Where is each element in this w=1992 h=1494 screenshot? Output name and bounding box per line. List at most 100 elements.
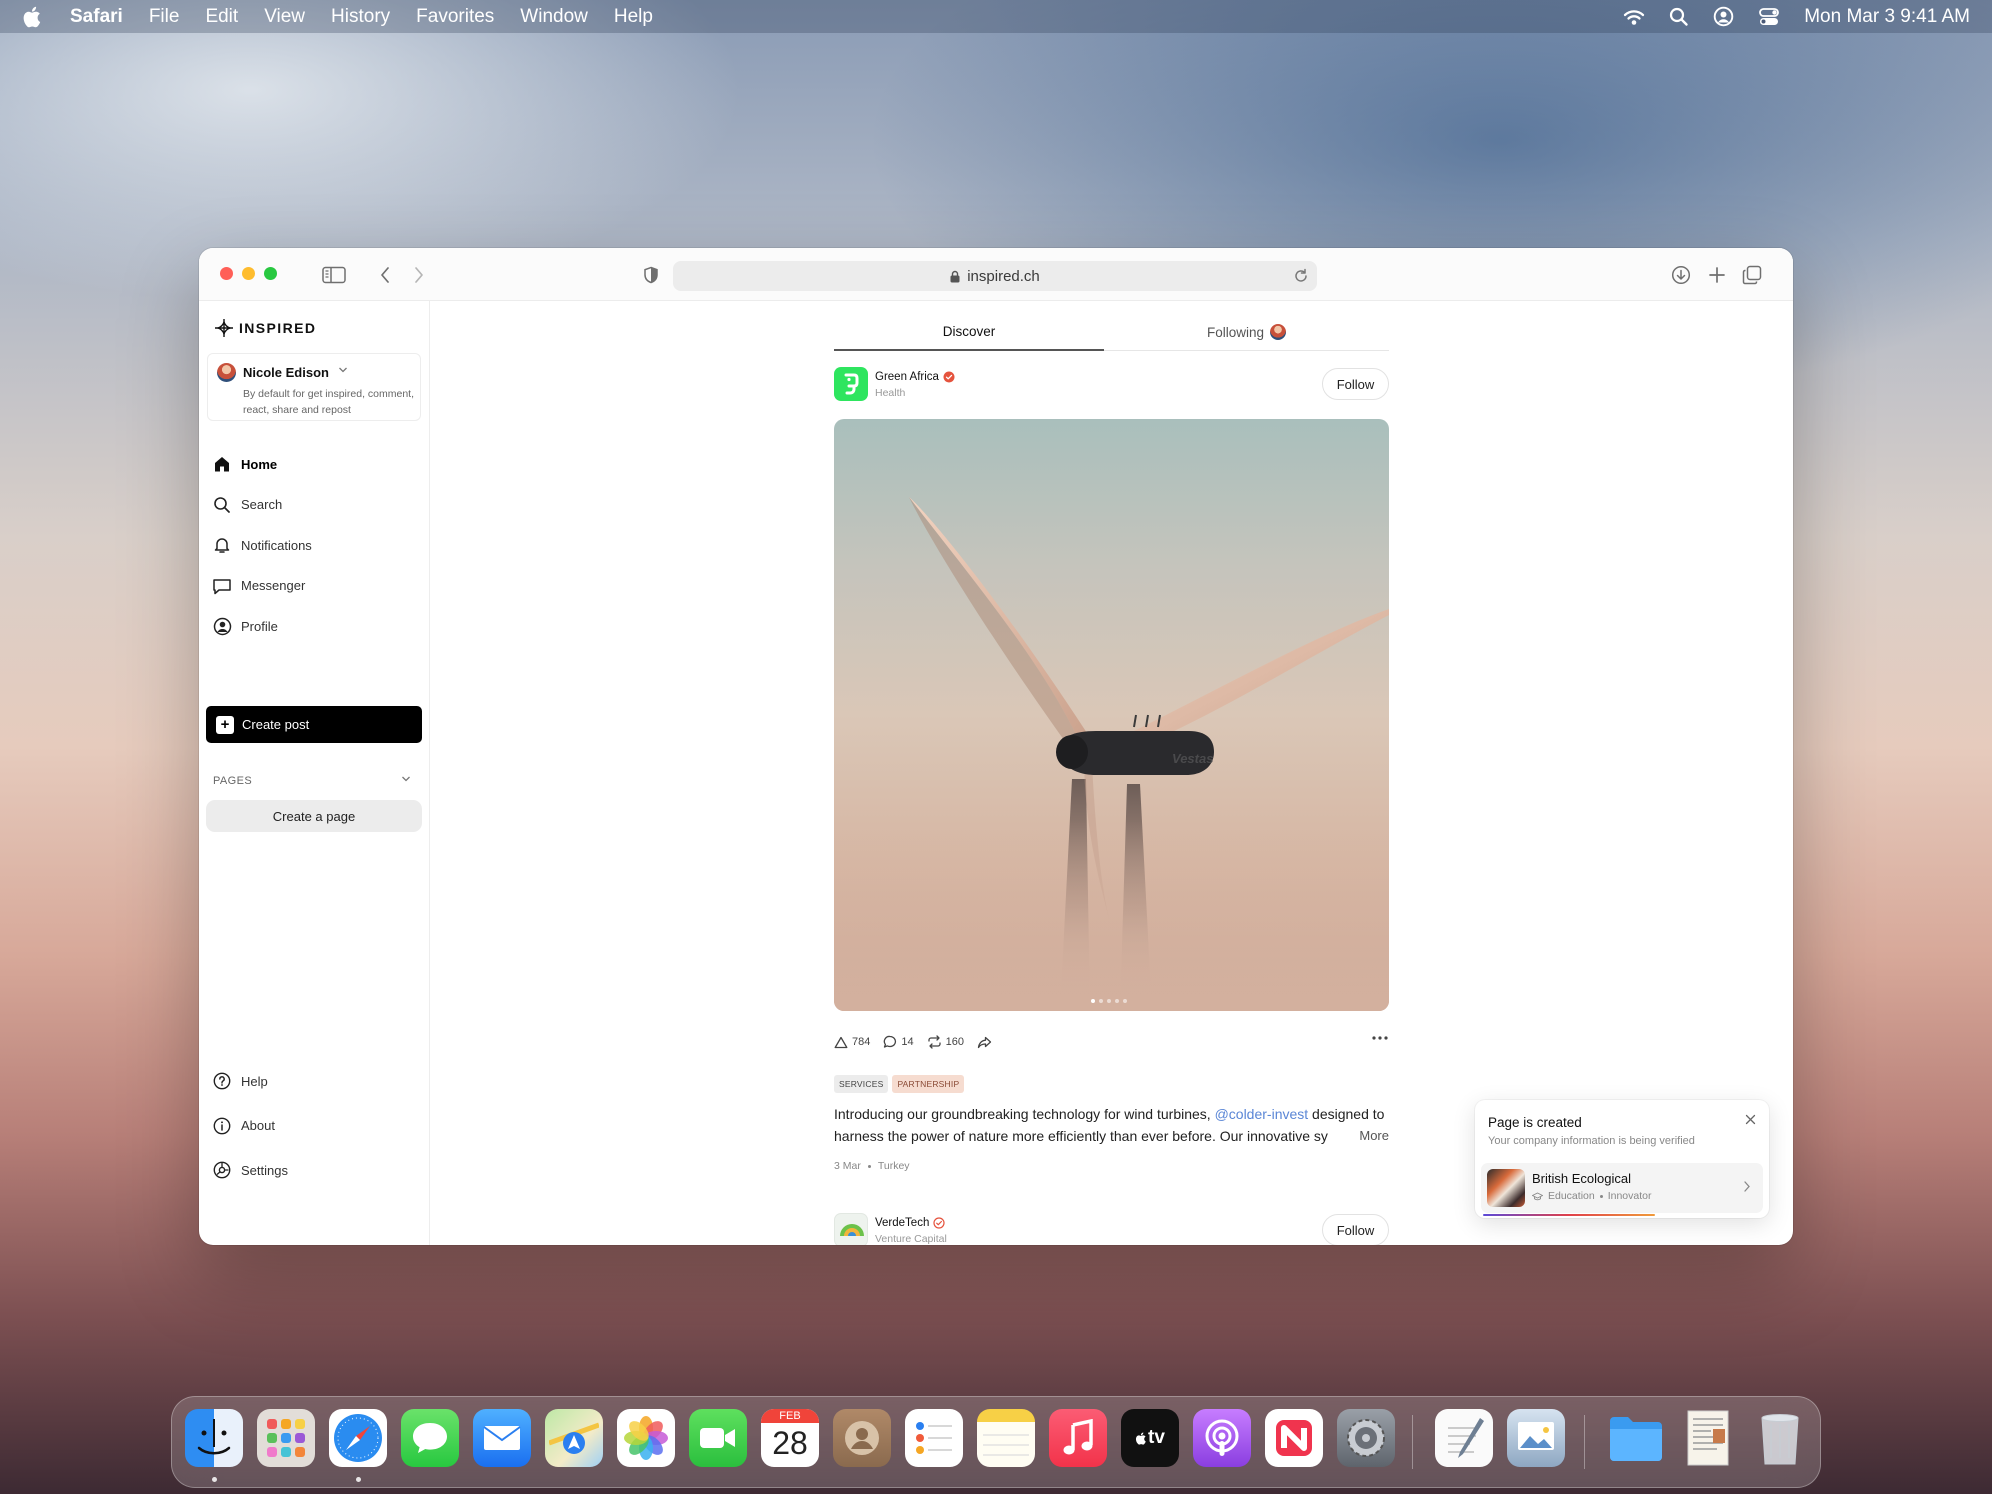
- dock-app-notes[interactable]: [977, 1409, 1035, 1467]
- repost-icon: [927, 1035, 941, 1049]
- comment-button[interactable]: 14: [883, 1035, 914, 1049]
- minimize-window-button[interactable]: [242, 267, 255, 280]
- spotlight-search-icon[interactable]: [1669, 7, 1689, 27]
- carousel-dot[interactable]: [1123, 999, 1127, 1003]
- carousel-dot[interactable]: [1099, 999, 1103, 1003]
- plus-icon: +: [216, 715, 234, 734]
- repost-button[interactable]: 160: [927, 1035, 964, 1049]
- dock-app-launchpad[interactable]: [257, 1409, 315, 1467]
- menu-history[interactable]: History: [331, 6, 390, 28]
- nav-item-settings[interactable]: Settings: [212, 1148, 288, 1193]
- post-image-wind-turbine[interactable]: Vestas: [834, 419, 1389, 1011]
- dock-trash[interactable]: [1751, 1409, 1809, 1467]
- chevron-down-icon[interactable]: [401, 775, 411, 783]
- read-more-link[interactable]: More: [1355, 1125, 1389, 1147]
- menu-app-name[interactable]: Safari: [70, 6, 123, 28]
- inspired-logo[interactable]: INSPIRED: [214, 318, 316, 338]
- user-account-icon[interactable]: [1713, 6, 1734, 27]
- lock-icon: [950, 270, 960, 282]
- carousel-dot[interactable]: [1107, 999, 1111, 1003]
- created-page-card[interactable]: British Ecological Education Innovator: [1481, 1163, 1763, 1213]
- nav-item-profile[interactable]: Profile: [212, 606, 312, 647]
- dock-app-news[interactable]: [1265, 1409, 1323, 1467]
- dock-app-mail[interactable]: [473, 1409, 531, 1467]
- dock-app-system-settings[interactable]: [1337, 1409, 1395, 1467]
- carousel-indicator[interactable]: [1091, 999, 1127, 1003]
- shield-icon[interactable]: [643, 266, 659, 284]
- dock-app-contacts[interactable]: [833, 1409, 891, 1467]
- close-window-button[interactable]: [220, 267, 233, 280]
- post-author[interactable]: Green Africa: [875, 371, 955, 383]
- apple-logo-icon[interactable]: [22, 5, 44, 29]
- reload-icon[interactable]: [1293, 268, 1309, 284]
- close-icon[interactable]: [1745, 1114, 1756, 1125]
- dock-app-preview[interactable]: [1507, 1409, 1565, 1467]
- download-icon[interactable]: [1671, 265, 1691, 285]
- trash-icon: [1761, 1414, 1799, 1465]
- menu-view[interactable]: View: [264, 6, 305, 28]
- menu-favorites[interactable]: Favorites: [416, 6, 494, 28]
- chevron-down-icon[interactable]: [338, 366, 348, 374]
- dock-app-photos[interactable]: [617, 1409, 675, 1467]
- create-post-button[interactable]: + Create post: [206, 706, 422, 743]
- next-post-author[interactable]: VerdeTech: [875, 1217, 945, 1229]
- tab-overview-icon[interactable]: [1742, 265, 1762, 285]
- dock-app-finder[interactable]: [185, 1409, 243, 1467]
- dock-app-reminders[interactable]: [905, 1409, 963, 1467]
- nav-item-help[interactable]: Help: [212, 1059, 288, 1104]
- carousel-dot[interactable]: [1115, 999, 1119, 1003]
- dock-app-safari[interactable]: [329, 1409, 387, 1467]
- menu-help[interactable]: Help: [614, 6, 653, 28]
- like-button[interactable]: 784: [834, 1036, 870, 1049]
- green-africa-logo[interactable]: [834, 367, 868, 401]
- create-page-label: Create a page: [272, 808, 356, 824]
- mention-link[interactable]: @colder-invest: [1215, 1106, 1309, 1122]
- control-center-icon[interactable]: [1758, 7, 1780, 27]
- home-icon: [215, 457, 229, 472]
- nav-item-home[interactable]: Home: [212, 444, 312, 485]
- tag-chip[interactable]: PARTNERSHIP: [892, 1075, 965, 1093]
- address-bar[interactable]: inspired.ch: [673, 261, 1317, 291]
- more-options-icon[interactable]: [1371, 1035, 1389, 1041]
- verdetech-logo[interactable]: [834, 1213, 868, 1245]
- dock-app-music[interactable]: [1049, 1409, 1107, 1467]
- forward-icon[interactable]: [413, 266, 425, 284]
- tab-discover[interactable]: Discover: [834, 324, 1104, 339]
- account-switcher[interactable]: Nicole Edison By default for get inspire…: [207, 353, 421, 421]
- dock-app-maps[interactable]: [545, 1409, 603, 1467]
- zoom-window-button[interactable]: [264, 267, 277, 280]
- create-page-button[interactable]: Create a page: [206, 800, 422, 832]
- post-text-start: Introducing our groundbreaking technolog…: [834, 1106, 1215, 1122]
- follow-button[interactable]: Follow: [1322, 1214, 1389, 1245]
- sidebar-toggle-icon[interactable]: [322, 266, 346, 284]
- menu-clock[interactable]: Mon Mar 3 9:41 AM: [1804, 6, 1970, 28]
- dock-app-facetime[interactable]: [689, 1409, 747, 1467]
- nav-item-search[interactable]: Search: [212, 485, 312, 526]
- back-icon[interactable]: [379, 266, 391, 284]
- wifi-icon[interactable]: [1623, 8, 1645, 26]
- dock-app-podcasts[interactable]: [1193, 1409, 1251, 1467]
- green-africa-logo-icon: [844, 373, 859, 395]
- url-text: inspired.ch: [967, 267, 1040, 285]
- menu-window[interactable]: Window: [520, 6, 588, 28]
- dock-app-textedit[interactable]: [1435, 1409, 1493, 1467]
- page-created-toast: Page is created Your company information…: [1475, 1100, 1769, 1218]
- dock-folder-downloads[interactable]: [1607, 1409, 1665, 1467]
- menu-edit[interactable]: Edit: [205, 6, 238, 28]
- settings-icon: [213, 1161, 231, 1179]
- nav-item-about[interactable]: About: [212, 1104, 288, 1149]
- new-tab-icon[interactable]: [1708, 266, 1726, 284]
- tag-chip[interactable]: SERVICES: [834, 1075, 889, 1093]
- dock-app-calendar[interactable]: FEB 28: [761, 1409, 819, 1467]
- dock-app-messages[interactable]: [401, 1409, 459, 1467]
- carousel-dot[interactable]: [1091, 999, 1095, 1003]
- dock-app-tv[interactable]: tv: [1121, 1409, 1179, 1467]
- dock-stack-documents[interactable]: [1679, 1409, 1737, 1467]
- tab-following[interactable]: Following: [1104, 324, 1389, 340]
- follow-button[interactable]: Follow: [1322, 368, 1389, 400]
- nav-item-messenger[interactable]: Messenger: [212, 566, 312, 607]
- share-button[interactable]: [977, 1036, 992, 1049]
- menu-file[interactable]: File: [149, 6, 180, 28]
- nav-item-notifications[interactable]: Notifications: [212, 525, 312, 566]
- calendar-month: FEB: [761, 1409, 819, 1423]
